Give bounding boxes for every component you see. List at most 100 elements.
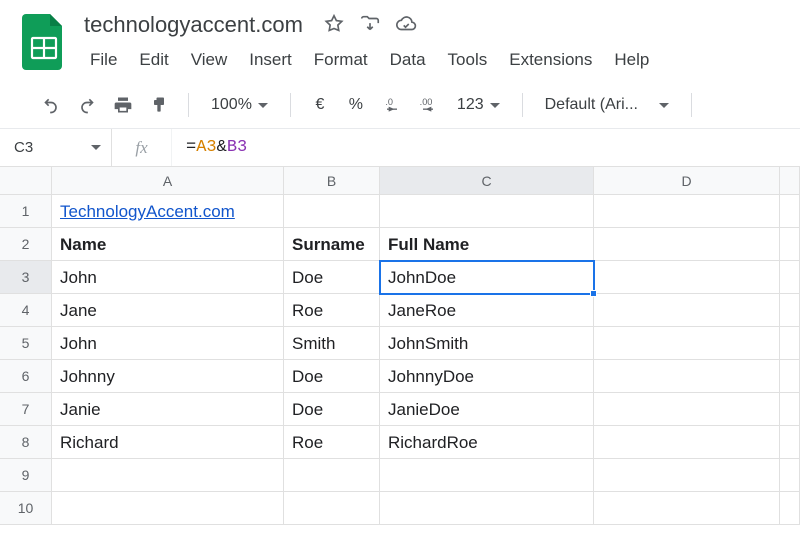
cell[interactable]: JanieDoe	[380, 393, 594, 426]
font-select[interactable]: Default (Ari...	[537, 90, 677, 120]
menu-extensions[interactable]: Extensions	[499, 46, 602, 74]
row-header[interactable]: 4	[0, 294, 52, 327]
cell[interactable]: Jane	[52, 294, 284, 327]
cell[interactable]	[780, 228, 800, 261]
star-icon[interactable]	[323, 13, 345, 38]
cell[interactable]	[780, 360, 800, 393]
column-header[interactable]: A	[52, 167, 284, 195]
cell[interactable]	[380, 195, 594, 228]
cell[interactable]	[594, 393, 780, 426]
zoom-select[interactable]: 100%	[203, 90, 276, 120]
cell[interactable]: Roe	[284, 426, 380, 459]
cell[interactable]	[594, 426, 780, 459]
increase-decimals-button[interactable]: .00	[413, 90, 443, 120]
cell[interactable]: Johnny	[52, 360, 284, 393]
select-all-corner[interactable]	[0, 167, 52, 195]
format-percent-button[interactable]: %	[341, 90, 371, 120]
column-header[interactable]	[780, 167, 800, 195]
row-header[interactable]: 8	[0, 426, 52, 459]
cell[interactable]: RichardRoe	[380, 426, 594, 459]
menu-help[interactable]: Help	[604, 46, 659, 74]
cell[interactable]: Roe	[284, 294, 380, 327]
cell[interactable]: TechnologyAccent.com	[52, 195, 284, 228]
menu-format[interactable]: Format	[304, 46, 378, 74]
cell[interactable]	[780, 492, 800, 525]
cell[interactable]: John	[52, 327, 284, 360]
cell[interactable]: Smith	[284, 327, 380, 360]
cell[interactable]	[594, 327, 780, 360]
cell[interactable]	[780, 327, 800, 360]
chevron-down-icon	[490, 103, 500, 108]
menu-data[interactable]: Data	[380, 46, 436, 74]
cell[interactable]	[594, 261, 780, 294]
cell[interactable]	[594, 459, 780, 492]
more-formats-button[interactable]: 123	[449, 90, 508, 120]
cell[interactable]: Janie	[52, 393, 284, 426]
row-header[interactable]: 5	[0, 327, 52, 360]
cell[interactable]	[780, 261, 800, 294]
cell[interactable]: JaneRoe	[380, 294, 594, 327]
cell[interactable]: JohnDoe	[380, 261, 594, 294]
column-header[interactable]: B	[284, 167, 380, 195]
row-header[interactable]: 9	[0, 459, 52, 492]
cell[interactable]	[780, 393, 800, 426]
menu-tools[interactable]: Tools	[438, 46, 498, 74]
sheets-logo[interactable]	[22, 14, 66, 70]
cell[interactable]	[284, 492, 380, 525]
cell[interactable]: JohnSmith	[380, 327, 594, 360]
fx-label: fx	[112, 129, 172, 166]
cloud-status-icon[interactable]	[395, 13, 417, 38]
cell[interactable]	[594, 228, 780, 261]
format-currency-button[interactable]: €	[305, 90, 335, 120]
cell[interactable]	[594, 360, 780, 393]
cell[interactable]: Doe	[284, 360, 380, 393]
column-header[interactable]: C	[380, 167, 594, 195]
cell[interactable]: Full Name	[380, 228, 594, 261]
cell[interactable]: Doe	[284, 393, 380, 426]
cell[interactable]	[594, 195, 780, 228]
chevron-down-icon	[91, 145, 101, 150]
formula-token-eq: =	[186, 138, 196, 157]
menu-insert[interactable]: Insert	[239, 46, 302, 74]
row-header[interactable]: 3	[0, 261, 52, 294]
document-title[interactable]: technologyaccent.com	[80, 10, 307, 40]
cell[interactable]	[780, 195, 800, 228]
row-header[interactable]: 2	[0, 228, 52, 261]
menu-file[interactable]: File	[80, 46, 127, 74]
cell[interactable]: Surname	[284, 228, 380, 261]
row-header[interactable]: 10	[0, 492, 52, 525]
move-icon[interactable]	[359, 13, 381, 38]
name-box[interactable]: C3	[0, 129, 112, 166]
cell[interactable]	[780, 294, 800, 327]
cell[interactable]	[52, 492, 284, 525]
cell[interactable]: Doe	[284, 261, 380, 294]
cell[interactable]	[594, 492, 780, 525]
cell[interactable]: Name	[52, 228, 284, 261]
formula-input[interactable]: =A3&B3	[172, 129, 800, 166]
selection-handle[interactable]	[590, 290, 597, 297]
cell[interactable]	[380, 492, 594, 525]
row-header[interactable]: 1	[0, 195, 52, 228]
cell[interactable]: John	[52, 261, 284, 294]
paint-format-button[interactable]	[144, 90, 174, 120]
redo-button[interactable]	[72, 90, 102, 120]
menu-edit[interactable]: Edit	[129, 46, 178, 74]
chevron-down-icon	[258, 103, 268, 108]
print-button[interactable]	[108, 90, 138, 120]
cell[interactable]	[594, 294, 780, 327]
column-header[interactable]: D	[594, 167, 780, 195]
menu-view[interactable]: View	[181, 46, 238, 74]
row-header[interactable]: 7	[0, 393, 52, 426]
cell[interactable]	[380, 459, 594, 492]
cell[interactable]	[284, 459, 380, 492]
cell[interactable]	[780, 459, 800, 492]
cell[interactable]: JohnnyDoe	[380, 360, 594, 393]
cell[interactable]	[52, 459, 284, 492]
cell[interactable]	[284, 195, 380, 228]
cell[interactable]	[780, 426, 800, 459]
decrease-decimals-button[interactable]: .0	[377, 90, 407, 120]
undo-button[interactable]	[36, 90, 66, 120]
formula-token-ref1: A3	[196, 138, 216, 157]
row-header[interactable]: 6	[0, 360, 52, 393]
cell[interactable]: Richard	[52, 426, 284, 459]
